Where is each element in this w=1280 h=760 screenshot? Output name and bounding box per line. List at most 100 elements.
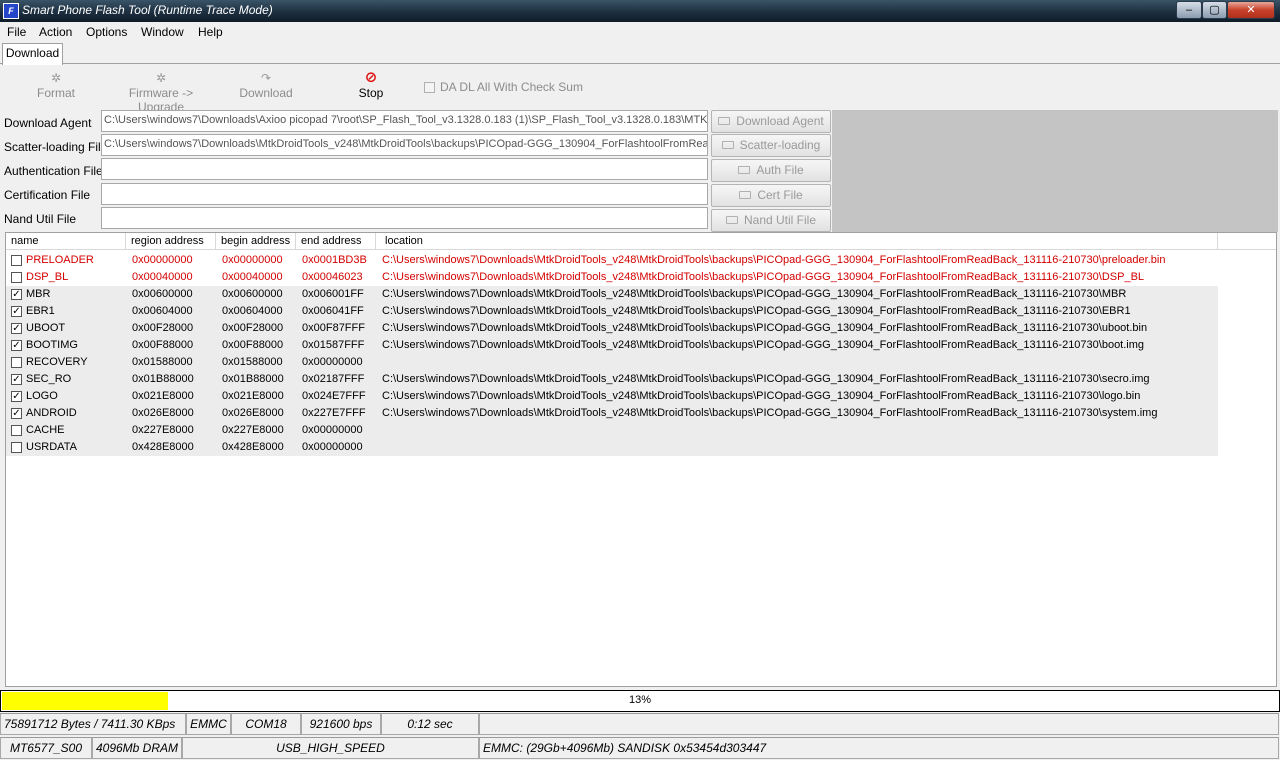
cell-name: MBR <box>26 288 51 300</box>
auth-file-path[interactable] <box>101 158 708 180</box>
menu-help[interactable]: Help <box>198 25 223 39</box>
stop-button[interactable]: ⊘ Stop <box>351 69 391 101</box>
stop-icon: ⊘ <box>364 69 378 86</box>
cell-region-address: 0x01B88000 <box>132 373 194 385</box>
col-begin-address[interactable]: begin address <box>216 233 296 250</box>
status-storage: EMMC <box>186 713 231 735</box>
row-checkbox[interactable] <box>11 272 22 283</box>
table-row[interactable]: DSP_BL 0x00040000 0x00040000 0x00046023 C:\U… <box>6 269 1218 286</box>
table-row[interactable]: ✓ LOGO 0x021E8000 0x021E8000 0x024E7FFF C:\Us… <box>6 388 1218 405</box>
nand-util-button[interactable]: Nand Util File <box>711 209 831 232</box>
folder-icon <box>718 117 731 125</box>
folder-icon <box>725 216 738 224</box>
row-checkbox[interactable]: ✓ <box>11 289 22 300</box>
cell-region-address: 0x428E8000 <box>132 441 194 453</box>
menu-window[interactable]: Window <box>141 25 184 39</box>
col-end-address[interactable]: end address <box>296 233 376 250</box>
download-agent-button-label: Download Agent <box>736 114 824 128</box>
col-location[interactable]: location <box>376 233 1218 250</box>
scatter-loading-button[interactable]: Scatter-loading <box>711 134 831 157</box>
table-row[interactable]: PRELOADER 0x00000000 0x00000000 0x0001BD3B C… <box>6 252 1218 269</box>
cell-name: PRELOADER <box>26 254 94 266</box>
checksum-label: DA DL All With Check Sum <box>440 80 583 94</box>
row-checkbox[interactable]: ✓ <box>11 391 22 402</box>
auth-file-button[interactable]: Auth File <box>711 159 831 182</box>
cell-name: LOGO <box>26 390 58 402</box>
cell-end-address: 0x01587FFF <box>302 339 365 351</box>
download-agent-path[interactable]: C:\Users\windows7\Downloads\Axioo picopa… <box>101 110 708 132</box>
cell-begin-address: 0x00600000 <box>222 288 283 300</box>
table-row[interactable]: ✓ BOOTIMG 0x00F88000 0x00F88000 0x01587FFF C:… <box>6 337 1218 354</box>
menu-file[interactable]: File <box>7 25 26 39</box>
firmware-upgrade-icon: ✲ <box>155 71 167 85</box>
cell-begin-address: 0x00F28000 <box>222 322 284 334</box>
minimize-button[interactable]: – <box>1176 1 1202 19</box>
tab-download[interactable]: Download <box>2 43 63 65</box>
nand-util-path[interactable] <box>101 207 708 229</box>
menu-options[interactable]: Options <box>86 25 127 39</box>
scatter-loading-path[interactable]: C:\Users\windows7\Downloads\MtkDroidTool… <box>101 134 708 156</box>
maximize-button[interactable]: ▢ <box>1202 1 1227 19</box>
table-row[interactable]: ✓ MBR 0x00600000 0x00600000 0x006001FF C:\Use… <box>6 286 1218 303</box>
close-button[interactable]: ✕ <box>1227 1 1275 19</box>
cell-end-address: 0x006001FF <box>302 288 364 300</box>
row-checkbox[interactable]: ✓ <box>11 323 22 334</box>
cell-location: C:\Users\windows7\Downloads\MtkDroidTool… <box>382 407 1158 419</box>
cell-location: C:\Users\windows7\Downloads\MtkDroidTool… <box>382 254 1166 266</box>
row-checkbox[interactable]: ✓ <box>11 374 22 385</box>
status-usb: USB_HIGH_SPEED <box>182 737 479 759</box>
row-checkbox[interactable]: ✓ <box>11 306 22 317</box>
cell-begin-address: 0x00F88000 <box>222 339 284 351</box>
cell-region-address: 0x00040000 <box>132 271 193 283</box>
status-bar-device: MT6577_S00 4096Mb DRAM USB_HIGH_SPEED EM… <box>0 736 1280 760</box>
col-name[interactable]: name <box>6 233 126 250</box>
cell-location: C:\Users\windows7\Downloads\MtkDroidTool… <box>382 288 1127 300</box>
cell-location: C:\Users\windows7\Downloads\MtkDroidTool… <box>382 322 1148 334</box>
checksum-checkbox[interactable]: DA DL All With Check Sum <box>424 80 583 94</box>
download-button[interactable]: ↷ Download <box>236 70 296 100</box>
cell-begin-address: 0x00000000 <box>222 254 283 266</box>
status-bar-transfer: 75891712 Bytes / 7411.30 KBps EMMC COM18… <box>0 712 1280 736</box>
cert-file-button-label: Cert File <box>757 188 803 202</box>
cell-location: C:\Users\windows7\Downloads\MtkDroidTool… <box>382 390 1141 402</box>
row-checkbox[interactable]: ✓ <box>11 340 22 351</box>
table-row[interactable]: RECOVERY 0x01588000 0x01588000 0x00000000 <box>6 354 1218 371</box>
row-checkbox[interactable] <box>11 357 22 368</box>
cell-end-address: 0x0001BD3B <box>302 254 367 266</box>
row-checkbox[interactable] <box>11 442 22 453</box>
stop-label: Stop <box>358 86 384 100</box>
download-agent-label: Download Agent <box>4 116 92 130</box>
status-bytes: 75891712 Bytes / 7411.30 KBps <box>0 713 186 735</box>
menu-bar: File Action Options Window Help <box>0 22 1280 41</box>
cell-name: RECOVERY <box>26 356 88 368</box>
download-label: Download <box>239 86 293 100</box>
menu-action[interactable]: Action <box>39 25 72 39</box>
download-agent-button[interactable]: Download Agent <box>711 110 831 133</box>
cell-begin-address: 0x00604000 <box>222 305 283 317</box>
cell-region-address: 0x00604000 <box>132 305 193 317</box>
cert-file-button[interactable]: Cert File <box>711 184 831 207</box>
table-row[interactable]: ✓ SEC_RO 0x01B88000 0x01B88000 0x02187FFF C:\… <box>6 371 1218 388</box>
file-panel: Download Agent C:\Users\windows7\Downloa… <box>0 110 1280 232</box>
file-panel-filler <box>832 110 1278 232</box>
cell-end-address: 0x00000000 <box>302 441 363 453</box>
row-checkbox[interactable] <box>11 425 22 436</box>
table-row[interactable]: ✓ UBOOT 0x00F28000 0x00F28000 0x00F87FFF C:\U… <box>6 320 1218 337</box>
cell-begin-address: 0x021E8000 <box>222 390 284 402</box>
toolbar: ✲ Format ✲ Firmware -> Upgrade ↷ Downloa… <box>0 65 1280 114</box>
table-row[interactable]: CACHE 0x227E8000 0x227E8000 0x00000000 <box>6 422 1218 439</box>
cell-end-address: 0x00000000 <box>302 356 363 368</box>
cert-file-path[interactable] <box>101 183 708 205</box>
col-region-address[interactable]: region address <box>126 233 216 250</box>
cell-end-address: 0x227E7FFF <box>302 407 366 419</box>
table-row[interactable]: ✓ ANDROID 0x026E8000 0x026E8000 0x227E7FFF C:… <box>6 405 1218 422</box>
table-row[interactable]: ✓ EBR1 0x00604000 0x00604000 0x006041FF C:\Us… <box>6 303 1218 320</box>
cell-end-address: 0x024E7FFF <box>302 390 366 402</box>
row-checkbox[interactable] <box>11 255 22 266</box>
progress-bar: 13% <box>0 690 1280 712</box>
table-row[interactable]: USRDATA 0x428E8000 0x428E8000 0x00000000 <box>6 439 1218 456</box>
firmware-upgrade-button[interactable]: ✲ Firmware -> Upgrade <box>108 70 214 114</box>
format-button[interactable]: ✲ Format <box>30 70 82 100</box>
row-checkbox[interactable]: ✓ <box>11 408 22 419</box>
cell-begin-address: 0x00040000 <box>222 271 283 283</box>
